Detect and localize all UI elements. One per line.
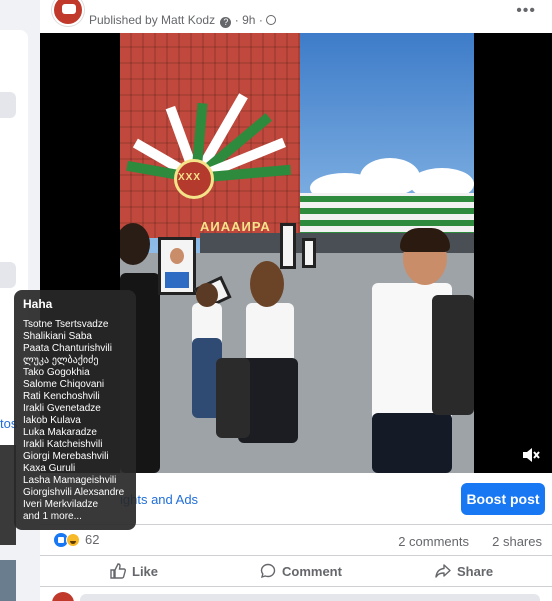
flag-banner: XXX АИААИРА	[126, 73, 294, 234]
post-actions: Like Comment Share	[40, 557, 552, 587]
reactor-name: Paata Chanturishvili	[23, 343, 112, 354]
separator: ·	[234, 13, 239, 27]
reactor-name: Giorgishvili Alexsandre	[23, 487, 125, 498]
reactor-name: Tako Gogokhia	[23, 367, 90, 378]
share-count[interactable]: 2 shares	[492, 534, 542, 549]
like-button[interactable]: Like	[110, 563, 158, 579]
reactor-name: Rati Kenchoshvili	[23, 391, 100, 402]
reaction-summary[interactable]: 62	[54, 532, 99, 547]
banner-text: АИААИРА	[200, 219, 271, 234]
marcher-head	[196, 283, 218, 307]
reactor-name: Kaxa Guruli	[23, 463, 76, 474]
post-meta: Published by Matt Kodz ? · 9h ·	[89, 13, 277, 28]
separator: ·	[258, 13, 263, 27]
comment-label: Comment	[282, 563, 342, 579]
marcher-trousers	[372, 413, 452, 473]
share-label: Share	[457, 563, 494, 579]
page-avatar[interactable]	[52, 0, 84, 26]
more-options-button[interactable]: •••	[516, 2, 536, 20]
more-reactors: and 1 more...	[23, 511, 82, 522]
cloud	[360, 158, 420, 196]
globe-icon	[266, 15, 277, 25]
thumbs-up-icon	[110, 563, 126, 579]
comment-count[interactable]: 2 comments	[398, 534, 469, 549]
reactor-name: Salome Chiqovani	[23, 379, 105, 390]
reactor-name: Irakli Katcheishvili	[23, 439, 103, 450]
red-building: XXX АИААИРА	[120, 33, 300, 238]
reaction-count: 62	[85, 532, 100, 547]
reactor-name: Lasha Mamageishvili	[23, 475, 117, 486]
post-time[interactable]: 9h	[242, 13, 255, 27]
marcher-head	[250, 261, 284, 307]
share-button[interactable]: Share	[435, 563, 493, 579]
reactions-tooltip: Haha Tsotne Tsertsvadze Shalikiani Saba …	[14, 290, 136, 530]
reactor-name: Tsotne Tsertsvadze	[23, 319, 109, 330]
black-bag	[216, 358, 250, 438]
share-arrow-icon	[435, 564, 451, 578]
published-by-text: Published by Matt Kodz	[89, 13, 216, 27]
comment-button[interactable]: Comment	[260, 563, 342, 579]
marcher	[246, 303, 294, 363]
portrait-face	[170, 248, 184, 264]
portrait-sign	[280, 223, 296, 269]
help-icon[interactable]: ?	[220, 17, 232, 28]
comment-icon	[260, 563, 276, 579]
next-post-header	[80, 594, 540, 601]
reactor-name: Iakob Kulava	[23, 415, 81, 426]
portrait-sign	[302, 238, 316, 268]
sidebar-pill[interactable]	[0, 262, 16, 288]
reactor-name: Luka Makaradze	[23, 427, 97, 438]
marcher	[432, 295, 474, 415]
sidebar-thumbnail[interactable]	[0, 560, 16, 601]
tooltip-title: Haha	[23, 297, 53, 311]
tooltip-name-list: Tsotne Tsertsvadze Shalikiani Saba Paata…	[23, 319, 127, 523]
reactor-name: ლუკა ელბაქიძე	[23, 355, 99, 366]
next-post-avatar[interactable]	[52, 592, 74, 601]
post-stats: 62 2 comments 2 shares	[40, 526, 552, 556]
sidebar-pill[interactable]	[0, 92, 16, 118]
post-header: Published by Matt Kodz ? · 9h · •••	[40, 0, 552, 34]
portrait-sign	[158, 237, 196, 295]
video-frame: XXX АИААИРА	[120, 33, 474, 473]
green-building	[300, 193, 474, 238]
marcher-hair	[400, 228, 450, 252]
reactor-name: Giorgi Merebashvili	[23, 451, 109, 462]
boost-post-button[interactable]: Boost post	[461, 483, 545, 515]
reactor-name: Irakli Gvenetadze	[23, 403, 101, 414]
portrait-shirt	[165, 272, 189, 288]
reactor-name: Iveri Merkviladze	[23, 499, 99, 510]
banner-year: XXX	[178, 172, 202, 183]
like-label: Like	[132, 563, 159, 579]
haha-reaction-icon	[66, 532, 80, 547]
reactor-name: Shalikiani Saba	[23, 331, 92, 342]
speaker-muted-icon[interactable]	[522, 447, 540, 463]
